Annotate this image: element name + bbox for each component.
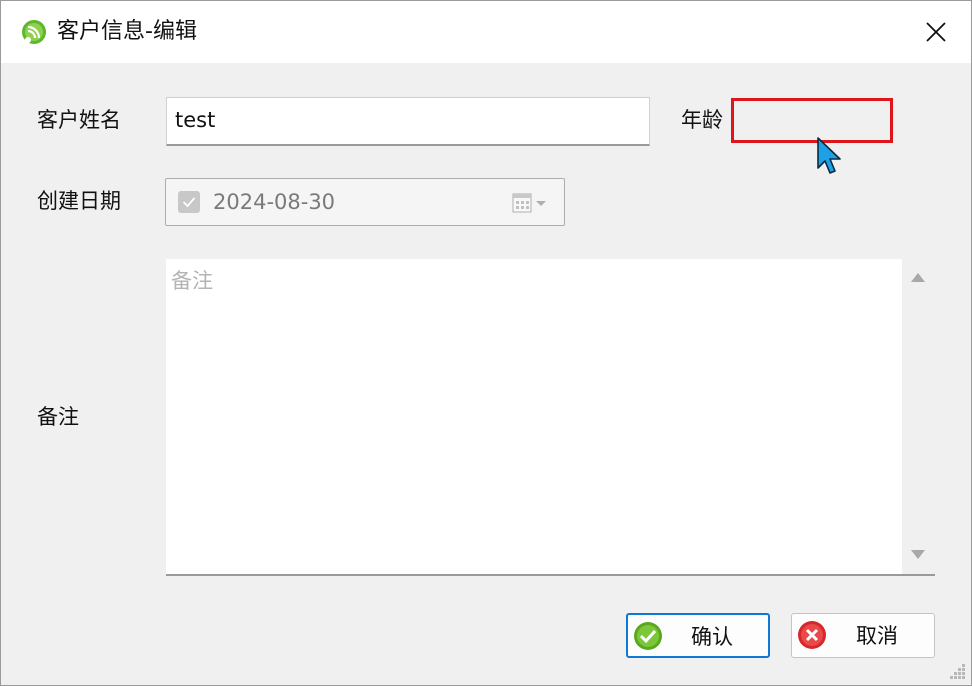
confirm-button[interactable]: 确认: [626, 613, 770, 658]
customer-name-label: 客户姓名: [37, 108, 121, 132]
dialog-window: 客户信息-编辑 客户姓名 test 年龄 创建日期 2024-08-30 备注 …: [0, 0, 972, 686]
notes-scrollbar[interactable]: [902, 259, 935, 574]
customer-name-input[interactable]: test: [166, 97, 650, 146]
resize-grip-icon[interactable]: [949, 663, 967, 681]
title-bar: 客户信息-编辑: [1, 1, 971, 63]
customer-name-value: test: [175, 108, 216, 132]
create-date-picker[interactable]: 2024-08-30: [165, 178, 565, 226]
create-date-label: 创建日期: [37, 189, 121, 213]
notes-textarea[interactable]: 备注: [166, 259, 935, 576]
age-label: 年龄: [681, 108, 723, 132]
create-date-value: 2024-08-30: [213, 190, 336, 214]
app-icon: [22, 20, 46, 44]
date-enable-checkbox[interactable]: [178, 191, 200, 213]
age-input[interactable]: [731, 98, 893, 143]
close-button[interactable]: [913, 11, 959, 53]
check-icon: [182, 197, 196, 208]
notes-placeholder: 备注: [171, 269, 213, 293]
mouse-cursor-icon: [817, 137, 841, 174]
scroll-up-arrow-icon[interactable]: [910, 271, 926, 283]
cancel-button-label: 取消: [856, 624, 898, 648]
window-title: 客户信息-编辑: [57, 19, 197, 44]
confirm-button-label: 确认: [691, 625, 733, 649]
calendar-dropdown-icon[interactable]: [512, 192, 552, 214]
cancel-button[interactable]: 取消: [791, 613, 935, 658]
close-icon: [926, 22, 946, 42]
notes-label: 备注: [37, 405, 79, 429]
scroll-down-arrow-icon[interactable]: [910, 549, 926, 561]
